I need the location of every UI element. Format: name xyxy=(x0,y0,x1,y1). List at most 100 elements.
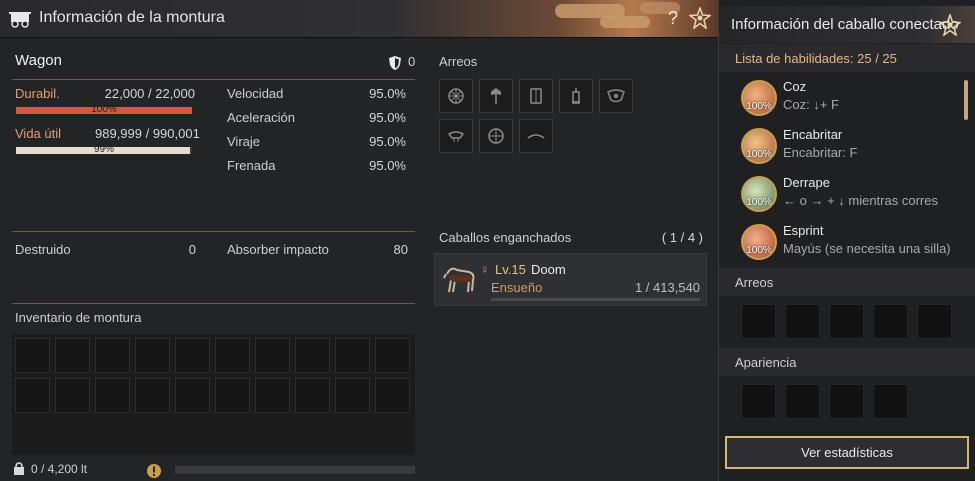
star-icon[interactable] xyxy=(939,14,961,36)
inventory-slot[interactable] xyxy=(375,378,410,413)
life-value: 989,999 / 990,001 xyxy=(95,126,200,141)
skill-name: Derrape xyxy=(783,175,830,190)
stat-label-turning: Viraje xyxy=(227,134,261,149)
skills-count: Lista de habilidades: 25 / 25 xyxy=(735,51,897,66)
horse-tier: Ensueño xyxy=(491,280,543,295)
shield-icon xyxy=(389,56,401,70)
inventory-slot[interactable] xyxy=(95,378,130,413)
axe-icon xyxy=(490,88,502,104)
inventory-slot[interactable] xyxy=(255,338,290,373)
ornament-icon xyxy=(527,134,545,139)
appearance-slot[interactable] xyxy=(741,384,776,419)
gear-slot-flag[interactable] xyxy=(439,119,473,153)
hitched-horse-row[interactable]: ♀ Lv.15 Doom Ensueño 1 / 413,540 xyxy=(434,253,707,306)
skill-desc: Coz: ↓+ F xyxy=(783,97,839,112)
inventory-slot[interactable] xyxy=(375,338,410,373)
wagon-icon xyxy=(9,12,31,28)
skill-item[interactable]: 100% Derrape ← o → + ↓ mientras corres xyxy=(739,174,969,220)
appearance-slot[interactable] xyxy=(785,384,820,419)
inventory-slot[interactable] xyxy=(255,378,290,413)
gear-slot[interactable] xyxy=(917,304,952,339)
title-bar[interactable]: Información de la montura ? xyxy=(0,0,718,38)
skills-header: Lista de habilidades: 25 / 25 xyxy=(719,44,975,72)
gear-slot-axe[interactable] xyxy=(479,79,513,113)
inventory-slot[interactable] xyxy=(95,338,130,373)
skill-desc: Encabritar: F xyxy=(783,145,858,160)
wheel-icon xyxy=(448,88,464,104)
inventory-slot[interactable] xyxy=(215,338,250,373)
emblem-icon xyxy=(607,89,625,103)
gear-slot[interactable] xyxy=(785,304,820,339)
inventory-slot[interactable] xyxy=(15,338,50,373)
appearance-slot[interactable] xyxy=(873,384,908,419)
armor-value: 0 xyxy=(408,54,416,69)
panel-title: Información del caballo conectado xyxy=(731,16,959,33)
inventory-slot[interactable] xyxy=(15,378,50,413)
gear-slot[interactable] xyxy=(829,304,864,339)
inventory-slot[interactable] xyxy=(335,378,370,413)
gear-slot[interactable] xyxy=(873,304,908,339)
window-title: Información de la montura xyxy=(39,9,225,26)
armor-icon xyxy=(530,88,542,104)
gear-slot-wheel[interactable] xyxy=(439,79,473,113)
life-label: Vida útil xyxy=(15,126,62,141)
hitched-title: Caballos enganchados xyxy=(439,230,572,245)
lantern-icon xyxy=(572,88,580,104)
destroyed-value: 0 xyxy=(188,242,196,257)
stat-value-acceleration: 95.0% xyxy=(369,110,406,125)
gear-slot[interactable] xyxy=(741,304,776,339)
gear-slot-wheel-2[interactable] xyxy=(479,119,513,153)
horse-exp-bar xyxy=(491,298,700,301)
inventory-slot[interactable] xyxy=(295,378,330,413)
skill-item[interactable]: 100% Encabritar Encabritar: F xyxy=(739,126,969,172)
gear-title: Arreos xyxy=(735,275,774,290)
skill-item[interactable]: 100% Coz Coz: ↓+ F xyxy=(739,78,969,124)
inventory-slot[interactable] xyxy=(215,378,250,413)
inventory-slot[interactable] xyxy=(55,338,90,373)
durability-percent: 100% xyxy=(91,104,117,115)
inventory-slot[interactable] xyxy=(175,338,210,373)
horse-exp: 1 / 413,540 xyxy=(634,280,700,295)
inventory-slot[interactable] xyxy=(55,378,90,413)
inventory-slot[interactable] xyxy=(335,338,370,373)
horse-name: Doom xyxy=(531,262,566,277)
rear-icon: 100% xyxy=(741,128,777,164)
mount-info-window: Información de la montura ? Wagon 0 Dura… xyxy=(0,0,718,481)
skill-name: Encabritar xyxy=(783,127,843,142)
gear-slot-ornament[interactable] xyxy=(519,119,553,153)
star-icon[interactable] xyxy=(689,7,711,29)
view-stats-button[interactable]: Ver estadísticas xyxy=(725,436,969,469)
gear-slot-lantern[interactable] xyxy=(559,79,593,113)
stat-label-speed: Velocidad xyxy=(227,86,284,101)
sprint-icon: 100% xyxy=(741,224,777,260)
appearance-slot[interactable] xyxy=(829,384,864,419)
skill-desc: ← o → + ↓ mientras corres xyxy=(783,193,938,208)
gear-slot-armor[interactable] xyxy=(519,79,553,113)
warning-icon[interactable] xyxy=(146,463,162,479)
gear-slot-emblem[interactable] xyxy=(599,79,633,113)
inventory-slot[interactable] xyxy=(135,378,170,413)
panel-title-bar[interactable]: Información del caballo conectado xyxy=(719,6,975,43)
skill-name: Esprint xyxy=(783,223,824,238)
inventory-slot[interactable] xyxy=(295,338,330,373)
inventory-grid xyxy=(12,334,415,455)
stat-label-brake: Frenada xyxy=(227,158,276,173)
kick-icon: 100% xyxy=(741,80,777,116)
life-bar: 99% xyxy=(16,144,192,155)
inventory-slot[interactable] xyxy=(175,378,210,413)
help-icon[interactable]: ? xyxy=(668,8,678,29)
inventory-weight: 0 / 4,200 lt xyxy=(31,462,88,476)
horse-icon xyxy=(443,267,475,293)
inventory-title: Inventario de montura xyxy=(15,310,142,325)
skill-name: Coz xyxy=(783,79,807,94)
wheel-icon xyxy=(488,128,504,144)
skills-scrollbar[interactable] xyxy=(964,80,968,120)
gear-title: Arreos xyxy=(439,54,478,69)
weight-bar xyxy=(175,466,415,474)
destroyed-label: Destruido xyxy=(15,242,71,257)
stat-label-acceleration: Aceleración xyxy=(227,110,295,125)
flag-icon xyxy=(447,131,465,142)
inventory-slot[interactable] xyxy=(135,338,170,373)
stat-value-speed: 95.0% xyxy=(369,86,406,101)
skill-item[interactable]: 100% Esprint Mayús (se necesita una sill… xyxy=(739,222,969,268)
